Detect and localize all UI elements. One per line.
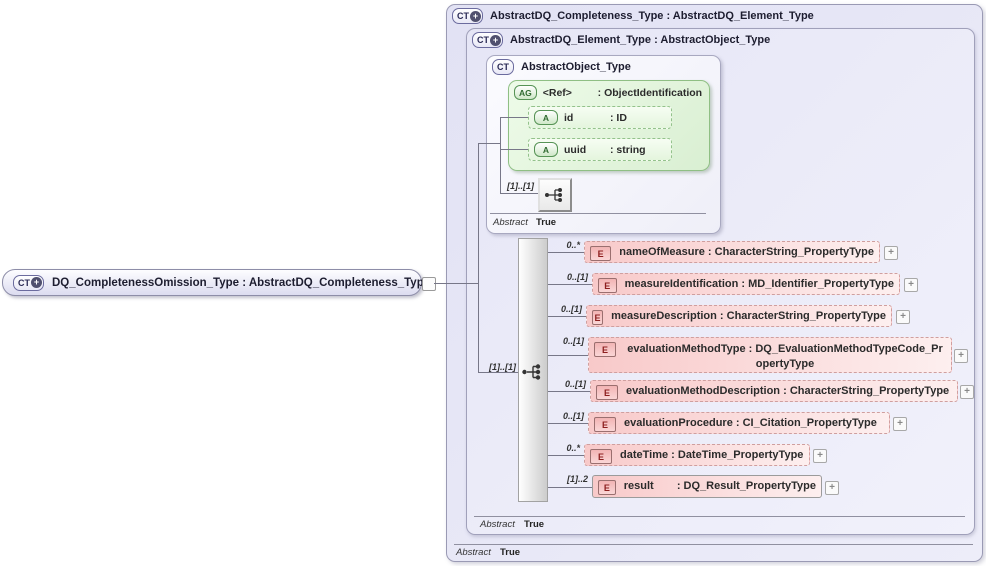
connector-line [500, 193, 538, 194]
element-icon: E [590, 449, 612, 464]
object-abstract-label: Abstract [493, 217, 528, 228]
complextype-icon: CT [492, 59, 514, 75]
outer-header-label: AbstractDQ_Completeness_Type : AbstractD… [490, 10, 814, 22]
attribute-icon: A [534, 110, 558, 125]
attribute-group-icon: AG [514, 85, 537, 100]
complextype-icon: CT + [13, 274, 44, 291]
object-header: CT AbstractObject_Type [492, 59, 631, 75]
element-row-measureDescription[interactable]: E measureDescription : CharacterString_P… [586, 305, 892, 327]
inner-abstract-value: True [524, 519, 545, 530]
expand-button[interactable]: + [954, 349, 968, 363]
expand-button[interactable]: + [960, 385, 974, 399]
cardinality: 0..* [566, 240, 580, 250]
cardinality: 0..[1] [560, 304, 582, 314]
connector-line [548, 252, 584, 253]
element-icon: E [598, 480, 616, 495]
inner-header-label: AbstractDQ_Element_Type : AbstractObject… [510, 34, 771, 46]
connector-line [548, 455, 584, 456]
connector-line [548, 355, 588, 356]
expand-button[interactable]: + [904, 278, 918, 292]
object-header-label: AbstractObject_Type [521, 61, 631, 73]
attr-group-name: <Ref> [542, 86, 572, 99]
element-row-nameOfMeasure[interactable]: E nameOfMeasure : CharacterString_Proper… [584, 241, 880, 263]
attr-group-type: : ObjectIdentification [597, 86, 703, 99]
connector-line [548, 284, 592, 285]
connector-line [500, 117, 501, 193]
outer-abstract-label: Abstract [456, 547, 491, 558]
element-icon: E [598, 278, 617, 293]
element-row-evaluationMethodType[interactable]: E evaluationMethodType : DQ_EvaluationMe… [588, 337, 952, 373]
attribute-type: : ID [610, 111, 627, 124]
complextype-icon: CT + [472, 32, 503, 48]
expand-button[interactable]: + [884, 246, 898, 260]
element-icon: E [596, 385, 618, 400]
connector-line [478, 143, 479, 372]
object-seq-cardinality: [1]..[1] [507, 181, 534, 191]
element-row-evaluationProcedure[interactable]: E evaluationProcedure : CI_Citation_Prop… [588, 412, 890, 434]
divider [490, 213, 706, 214]
sequence-compositor-icon[interactable] [538, 178, 572, 212]
outer-abstract-value: True [500, 547, 521, 558]
attribute-row-id[interactable]: A id : ID [528, 106, 672, 129]
cardinality: 0..* [566, 443, 580, 453]
expand-button[interactable]: + [825, 481, 839, 495]
root-node-label: DQ_CompletenessOmission_Type : AbstractD… [52, 276, 431, 289]
inner-header: CT + AbstractDQ_Element_Type : AbstractOb… [472, 32, 770, 48]
sequence-compositor-icon [521, 363, 545, 386]
cardinality: [1]..2 [566, 474, 588, 484]
complextype-icon: CT + [452, 8, 483, 24]
schema-diagram: CT + DQ_CompletenessOmission_Type : Abstr… [0, 0, 986, 566]
main-seq-cardinality: [1]..[1] [489, 362, 516, 372]
attribute-name: id [564, 111, 574, 124]
root-complextype-node[interactable]: CT + DQ_CompletenessOmission_Type : Abstr… [2, 269, 430, 296]
outer-header: CT + AbstractDQ_Completeness_Type : Abstr… [452, 8, 814, 24]
expand-button[interactable]: + [896, 310, 910, 324]
connector-line [548, 391, 590, 392]
expand-button[interactable]: + [813, 449, 827, 463]
attribute-group-header: AG <Ref> : ObjectIdentification [514, 85, 702, 100]
element-icon: E [594, 342, 616, 357]
connector-line [548, 487, 592, 488]
element-icon: E [590, 246, 612, 261]
connector-line [500, 117, 528, 118]
connector-line [500, 149, 528, 150]
cardinality: 0..[1] [566, 272, 588, 282]
divider [474, 516, 965, 517]
cardinality: 0..[1] [564, 379, 586, 389]
expand-button[interactable]: + [893, 417, 907, 431]
attribute-name: uuid [564, 143, 587, 156]
root-connector-handle[interactable] [422, 277, 436, 291]
cardinality: 0..[1] [562, 336, 584, 346]
attribute-type: : string [610, 143, 646, 156]
connector-line [434, 283, 478, 284]
connector-line [478, 143, 500, 144]
divider [454, 544, 973, 545]
connector-line [478, 372, 520, 373]
object-abstract-value: True [536, 217, 557, 228]
element-row-dateTime[interactable]: E dateTime : DateTime_PropertyType [584, 444, 810, 466]
cardinality: 0..[1] [562, 411, 584, 421]
inner-abstract-label: Abstract [480, 519, 515, 530]
element-row-measureIdentification[interactable]: E measureIdentification : MD_Identifier_… [592, 273, 900, 295]
element-row-result[interactable]: E result : DQ_Result_PropertyType [592, 475, 822, 498]
attribute-row-uuid[interactable]: A uuid : string [528, 138, 672, 161]
element-icon: E [592, 310, 604, 325]
connector-line [548, 316, 586, 317]
element-icon: E [594, 417, 616, 432]
element-row-evaluationMethodDescription[interactable]: E evaluationMethodDescription : Characte… [590, 380, 958, 402]
connector-line [548, 423, 588, 424]
attribute-icon: A [534, 142, 558, 157]
